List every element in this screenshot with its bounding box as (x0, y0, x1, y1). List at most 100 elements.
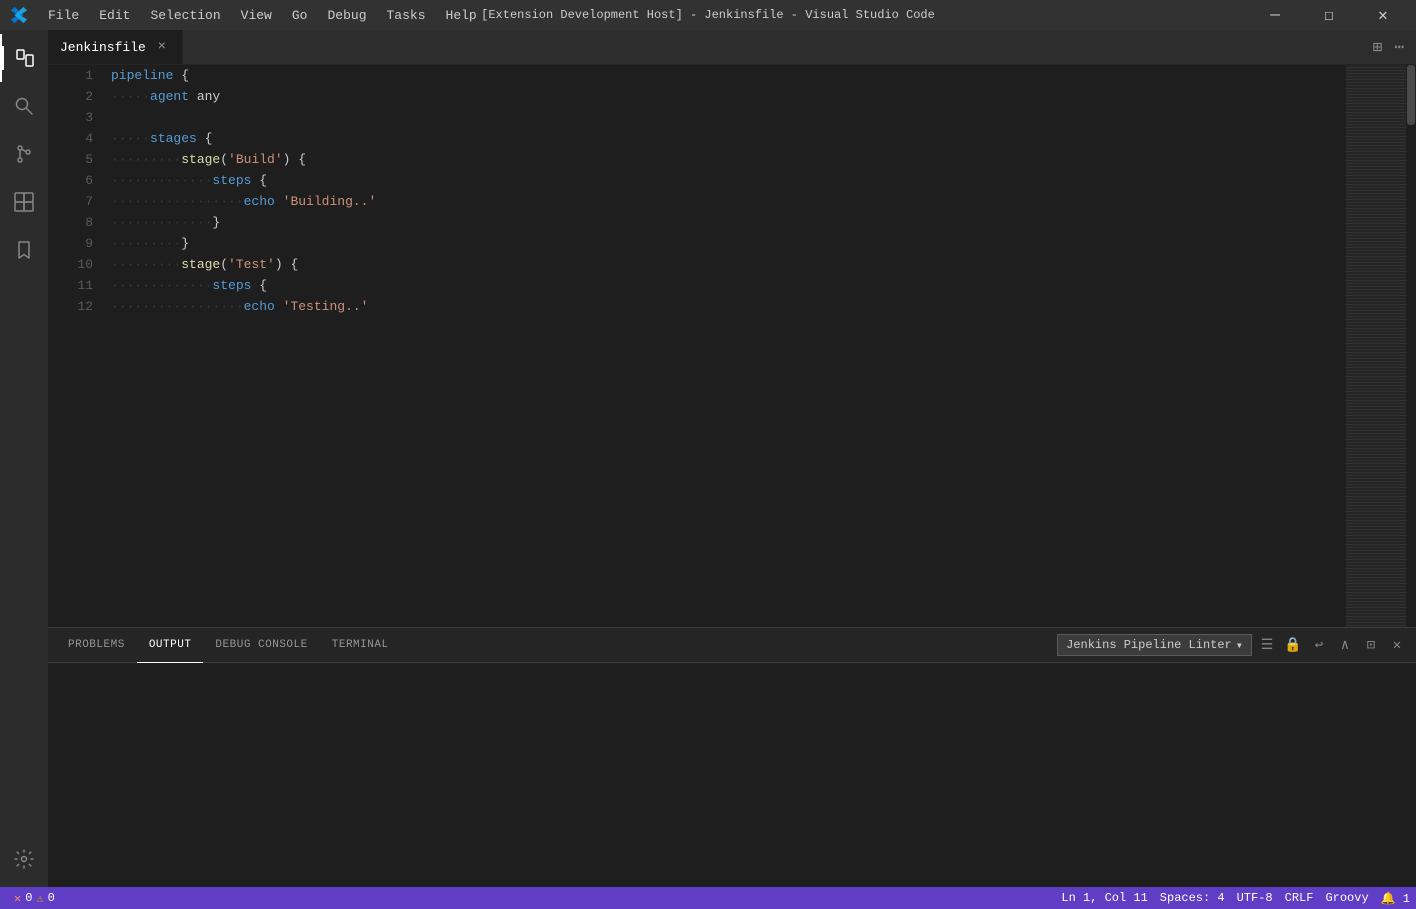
menu-view[interactable]: View (233, 6, 280, 25)
activity-source-control[interactable] (0, 130, 48, 178)
maximize-button[interactable]: ☐ (1306, 0, 1352, 30)
code-content[interactable]: pipeline { ····· agent any ····· stag (103, 65, 1346, 627)
output-source-dropdown[interactable]: Jenkins Pipeline Linter ▾ (1057, 634, 1252, 656)
status-errors[interactable]: ✕ 0 ⚠ 0 (8, 887, 61, 909)
status-notifications[interactable]: 🔔 1 (1375, 887, 1416, 909)
token-lparen: ( (220, 149, 228, 170)
status-right: Ln 1, Col 11 Spaces: 4 UTF-8 CRLF Groovy… (1055, 887, 1416, 909)
line-num-1: 1 (48, 65, 93, 86)
tab-label: Jenkinsfile (60, 40, 146, 55)
warning-count: 0 (48, 891, 55, 905)
wrap-lines-button[interactable]: ↩ (1308, 634, 1330, 656)
main-layout: Jenkinsfile × ⊞ ⋯ 1 2 3 4 5 6 7 (0, 30, 1416, 887)
token-rparen-brace: ) { (283, 149, 306, 170)
window-controls: — ☐ ✕ (1252, 0, 1406, 30)
status-left: ✕ 0 ⚠ 0 (0, 887, 69, 909)
line-num-8: 8 (48, 212, 93, 233)
vscode-logo-icon (10, 6, 28, 24)
titlebar-left: File Edit Selection View Go Debug Tasks … (10, 6, 485, 25)
panel-tab-bar: PROBLEMS OUTPUT DEBUG CONSOLE TERMINAL J… (48, 628, 1416, 663)
code-line-1: pipeline { (111, 65, 1346, 86)
activity-extensions[interactable] (0, 178, 48, 226)
panel-tab-output[interactable]: OUTPUT (137, 628, 204, 663)
scrollbar-thumb[interactable] (1407, 65, 1415, 125)
token-steps2: steps (212, 275, 251, 296)
extensions-icon (13, 191, 35, 213)
status-language[interactable]: Groovy (1319, 887, 1374, 909)
line-num-12: 12 (48, 296, 93, 317)
close-panel-button[interactable]: ✕ (1386, 634, 1408, 656)
dropdown-label: Jenkins Pipeline Linter (1066, 638, 1232, 652)
token-brace1: { (173, 65, 189, 86)
lock-output-button[interactable]: 🔒 (1282, 634, 1304, 656)
menu-help[interactable]: Help (438, 6, 485, 25)
code-editor[interactable]: 1 2 3 4 5 6 7 8 9 10 11 12 p (48, 65, 1416, 627)
tab-jenkinsfile[interactable]: Jenkinsfile × (48, 30, 183, 64)
status-line-ending[interactable]: CRLF (1279, 887, 1320, 909)
token-echo1: echo (244, 191, 275, 212)
activity-settings[interactable] (0, 835, 48, 883)
dropdown-chevron-icon: ▾ (1236, 638, 1243, 653)
editor-scrollbar[interactable] (1406, 65, 1416, 627)
token-steps2-brace: { (251, 275, 267, 296)
menu-bar: File Edit Selection View Go Debug Tasks … (40, 6, 485, 25)
editor-area: Jenkinsfile × ⊞ ⋯ 1 2 3 4 5 6 7 (48, 30, 1416, 627)
minimap-content (1346, 65, 1406, 627)
code-line-8: ············· } (111, 212, 1346, 233)
menu-edit[interactable]: Edit (91, 6, 138, 25)
close-button[interactable]: ✕ (1360, 0, 1406, 30)
source-control-icon (13, 143, 35, 165)
line-num-5: 5 (48, 149, 93, 170)
menu-tasks[interactable]: Tasks (379, 6, 434, 25)
code-line-5: ········· stage ( 'Build' ) { (111, 149, 1346, 170)
code-line-11: ············· steps { (111, 275, 1346, 296)
panel-content (48, 663, 1416, 887)
token-building-str: 'Building..' (283, 191, 377, 212)
panel-tab-debug-console[interactable]: DEBUG CONSOLE (203, 628, 319, 663)
token-close1: } (212, 212, 220, 233)
token-steps1-brace: { (251, 170, 267, 191)
restore-panel-button[interactable]: ⊡ (1360, 634, 1382, 656)
status-spaces[interactable]: Spaces: 4 (1154, 887, 1231, 909)
warning-icon: ⚠ (36, 891, 43, 906)
activity-explorer[interactable] (0, 34, 48, 82)
menu-go[interactable]: Go (284, 6, 316, 25)
search-icon (13, 95, 35, 117)
code-line-3 (111, 107, 1346, 128)
move-panel-up-icon[interactable]: ∧ (1334, 634, 1356, 656)
activity-bookmarks[interactable] (0, 226, 48, 274)
status-position[interactable]: Ln 1, Col 11 (1055, 887, 1153, 909)
split-editor-icon[interactable]: ⊞ (1369, 35, 1387, 59)
status-encoding[interactable]: UTF-8 (1231, 887, 1279, 909)
panel-tab-terminal[interactable]: TERMINAL (320, 628, 401, 663)
token-echo2: echo (244, 296, 275, 317)
activity-search[interactable] (0, 82, 48, 130)
panel-tab-problems[interactable]: PROBLEMS (56, 628, 137, 663)
menu-file[interactable]: File (40, 6, 87, 25)
menu-selection[interactable]: Selection (142, 6, 228, 25)
clear-output-button[interactable]: ☰ (1256, 634, 1278, 656)
explorer-icon (14, 47, 36, 69)
line-ending-text: CRLF (1285, 891, 1314, 905)
menu-debug[interactable]: Debug (319, 6, 374, 25)
panel: PROBLEMS OUTPUT DEBUG CONSOLE TERMINAL J… (48, 627, 1416, 887)
token-stages-brace: { (197, 128, 213, 149)
line-num-2: 2 (48, 86, 93, 107)
token-space2 (275, 296, 283, 317)
tab-close-button[interactable]: × (154, 39, 170, 55)
token-stage-fn2: stage (181, 254, 220, 275)
titlebar: File Edit Selection View Go Debug Tasks … (0, 0, 1416, 30)
line-num-9: 9 (48, 233, 93, 254)
settings-icon (13, 848, 35, 870)
code-line-7: ················· echo 'Building..' (111, 191, 1346, 212)
minimap (1346, 65, 1406, 627)
minimize-button[interactable]: — (1252, 0, 1298, 30)
token-space1 (275, 191, 283, 212)
token-close2: } (181, 233, 189, 254)
position-text: Ln 1, Col 11 (1061, 891, 1147, 905)
bookmarks-icon (13, 239, 35, 261)
tab-bar: Jenkinsfile × ⊞ ⋯ (48, 30, 1416, 65)
window-title: [Extension Development Host] - Jenkinsfi… (481, 8, 935, 22)
more-actions-icon[interactable]: ⋯ (1390, 35, 1408, 59)
code-line-9: ········· } (111, 233, 1346, 254)
